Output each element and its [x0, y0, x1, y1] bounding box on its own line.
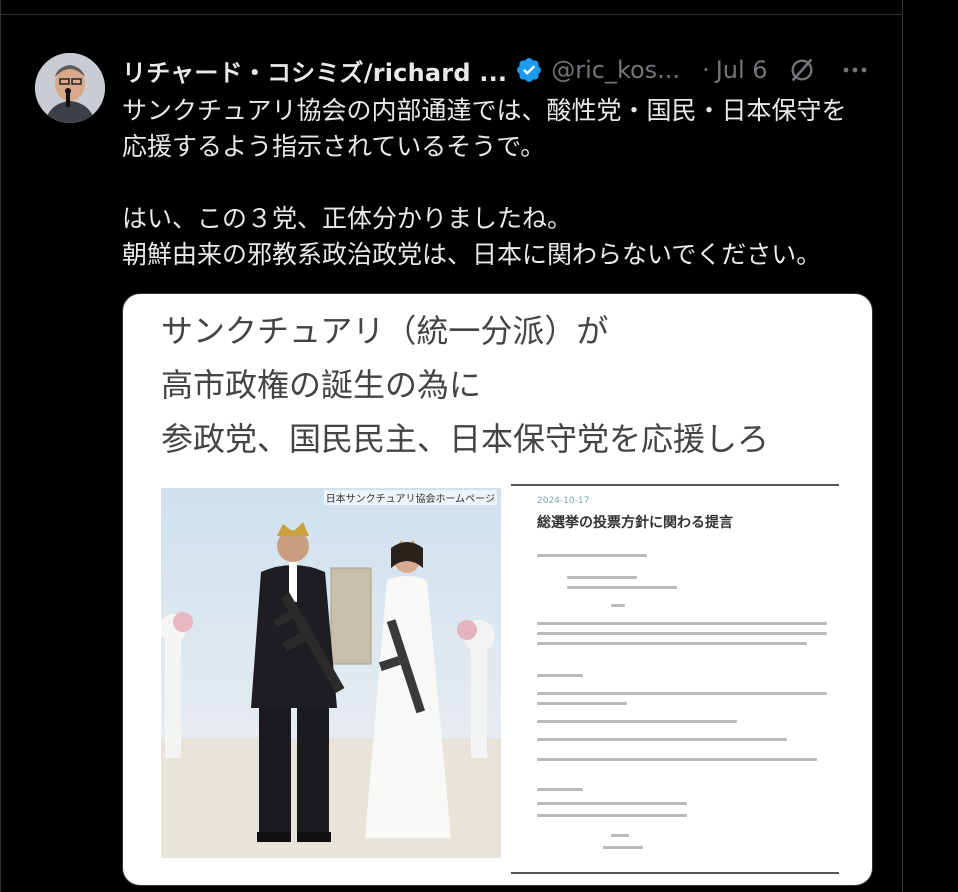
verified-badge-icon — [517, 58, 542, 82]
wedding-photo: 日本サンクチュアリ協会ホームページ — [161, 488, 501, 858]
tweet-text: サンクチュアリ協会の内部通達では、酸性党・国民・日本保守を 応援するよう指示され… — [122, 93, 882, 273]
tweet[interactable]: リチャード・コシミズ/richard ... @ric_kos... · Jul… — [0, 15, 903, 892]
document-title: 総選挙の投票方針に関わる提言 — [537, 515, 733, 531]
caption-line: 参政党、国民民主、日本保守党を応援しろ — [161, 420, 770, 458]
more-options-icon[interactable] — [840, 56, 870, 84]
separator: · — [702, 56, 710, 84]
document-date: 2024-10-17 — [537, 496, 590, 506]
caption-line: 高市政権の誕生の為に — [161, 366, 482, 404]
tweet-text-line: 朝鮮由来の邪教系政治政党は、日本に関わらないでください。 — [122, 240, 822, 269]
grok-icon[interactable] — [788, 56, 816, 84]
handle[interactable]: @ric_kos... — [551, 56, 680, 84]
tweet-text-line: はい、この３党、正体分かりましたね。 — [122, 204, 573, 233]
caption-line: サンクチュアリ（統一分派）が — [161, 312, 609, 350]
tweet-text-line: サンクチュアリ協会の内部通達では、酸性党・国民・日本保守を — [122, 96, 847, 125]
image-caption: サンクチュアリ（統一分派）が 高市政権の誕生の為に 参政党、国民民主、日本保守党… — [161, 304, 769, 466]
tweet-text-line: 応援するよう指示されているそうで。 — [122, 132, 546, 161]
tweet-date[interactable]: Jul 6 — [716, 56, 768, 84]
media-image[interactable]: サンクチュアリ（統一分派）が 高市政権の誕生の為に 参政党、国民民主、日本保守党… — [122, 293, 873, 886]
document-excerpt: 2024-10-17 総選挙の投票方針に関わる提言 — [511, 484, 839, 874]
avatar[interactable] — [35, 53, 105, 123]
tweet-header: リチャード・コシミズ/richard ... @ric_kos... · Jul… — [122, 53, 882, 87]
display-name[interactable]: リチャード・コシミズ/richard ... — [122, 53, 507, 88]
photo-watermark: 日本サンクチュアリ協会ホームページ — [323, 490, 497, 505]
